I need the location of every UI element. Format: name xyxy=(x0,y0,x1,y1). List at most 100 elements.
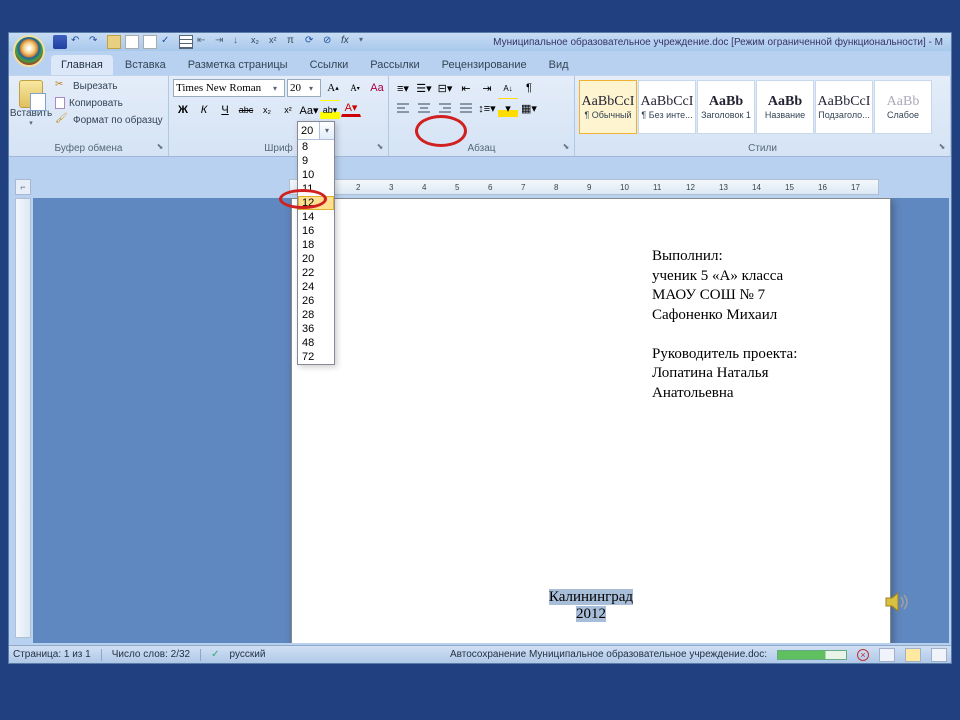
open-icon[interactable] xyxy=(107,35,121,49)
tab-view[interactable]: Вид xyxy=(539,55,579,75)
status-lang[interactable]: русский xyxy=(230,649,266,660)
size-option[interactable]: 22 xyxy=(298,266,334,280)
superscript-button[interactable]: x² xyxy=(278,100,298,120)
subscript-button[interactable]: x₂ xyxy=(257,100,277,120)
clipboard-group-title: Буфер обмена xyxy=(13,141,164,156)
line-spacing-button[interactable]: ↕≡▾ xyxy=(477,98,497,118)
undo-icon[interactable]: ↶ xyxy=(71,35,85,49)
size-option[interactable]: 8 xyxy=(298,140,334,154)
strike-button[interactable]: abc xyxy=(236,100,256,120)
grow-font-button[interactable]: A▴ xyxy=(323,78,343,98)
size-option[interactable]: 12 xyxy=(298,196,334,210)
indent-icon[interactable]: ⇤ xyxy=(197,35,211,49)
vertical-ruler[interactable] xyxy=(15,198,31,638)
font-size-combo[interactable]: 20 ▾ xyxy=(287,79,321,97)
style-item[interactable]: AaBbСлабое xyxy=(874,80,932,134)
size-option[interactable]: 28 xyxy=(298,308,334,322)
redo-icon[interactable]: ↷ xyxy=(89,35,103,49)
outdent-icon[interactable]: ⇥ xyxy=(215,35,229,49)
qat-dropdown-icon[interactable]: ▾ xyxy=(359,35,373,49)
status-words[interactable]: Число слов: 2/32 xyxy=(112,649,190,660)
subscript-icon[interactable]: x₂ xyxy=(251,35,265,49)
font-color-button[interactable]: A▾ xyxy=(341,100,361,117)
tab-home[interactable]: Главная xyxy=(51,55,113,75)
print-preview-icon[interactable] xyxy=(143,35,157,49)
tab-review[interactable]: Рецензирование xyxy=(432,55,537,75)
size-option[interactable]: 26 xyxy=(298,294,334,308)
cut-button[interactable]: ✂ Вырезать xyxy=(53,78,165,94)
refresh-icon[interactable]: ⟳ xyxy=(305,35,319,49)
font-size-dropdown[interactable]: 20 ▾ 891011121416182022242628364872 xyxy=(297,121,335,365)
save-icon[interactable] xyxy=(53,35,67,49)
sort-button[interactable]: A↓ xyxy=(498,78,518,98)
size-option[interactable]: 48 xyxy=(298,336,334,350)
shrink-font-button[interactable]: A▾ xyxy=(345,78,365,98)
styles-gallery[interactable]: AaBbCcI¶ ОбычныйAaBbCcI¶ Без инте...AaBb… xyxy=(579,78,932,136)
clear-format-button[interactable]: Aa xyxy=(367,78,387,98)
align-left-button[interactable] xyxy=(393,98,413,118)
show-marks-button[interactable]: ¶ xyxy=(519,78,539,98)
underline-button[interactable]: Ч xyxy=(215,100,235,120)
shading-button[interactable]: ▾ xyxy=(498,98,518,118)
office-button[interactable] xyxy=(13,35,45,67)
format-painter-button[interactable]: 🖌 Формат по образцу xyxy=(53,112,165,128)
borders-button[interactable]: ▦▾ xyxy=(519,98,539,118)
spellcheck-icon[interactable]: ✓ xyxy=(161,35,175,49)
view-web-button[interactable] xyxy=(931,648,947,662)
size-option[interactable]: 72 xyxy=(298,350,334,364)
tab-selector[interactable]: ⌐ xyxy=(15,179,31,195)
size-option[interactable]: 11 xyxy=(298,182,334,196)
style-item[interactable]: AaBbЗаголовок 1 xyxy=(697,80,755,134)
table-icon[interactable] xyxy=(179,35,193,49)
close-autosave-icon[interactable]: × xyxy=(857,649,869,661)
size-option[interactable]: 18 xyxy=(298,238,334,252)
bullets-button[interactable]: ≡▾ xyxy=(393,78,413,98)
paste-button[interactable]: Вставить ▾ xyxy=(13,78,49,129)
speaker-icon xyxy=(884,590,912,614)
multilevel-button[interactable]: ⊟▾ xyxy=(435,78,455,98)
style-item[interactable]: AaBbCcIПодзаголо... xyxy=(815,80,873,134)
bold-button[interactable]: Ж xyxy=(173,100,193,120)
size-option[interactable]: 14 xyxy=(298,210,334,224)
numbering-button[interactable]: ☰▾ xyxy=(414,78,434,98)
size-option[interactable]: 36 xyxy=(298,322,334,336)
justify-button[interactable] xyxy=(456,98,476,118)
status-page[interactable]: Страница: 1 из 1 xyxy=(13,649,91,660)
view-read-button[interactable] xyxy=(905,648,921,662)
horizontal-ruler[interactable]: 1234567891011121314151617 xyxy=(289,179,879,195)
pi-icon[interactable]: π xyxy=(287,35,301,49)
style-item[interactable]: AaBbCcI¶ Без инте... xyxy=(638,80,696,134)
tab-layout[interactable]: Разметка страницы xyxy=(178,55,298,75)
tab-mail[interactable]: Рассылки xyxy=(360,55,429,75)
style-item[interactable]: AaBbCcI¶ Обычный xyxy=(579,80,637,134)
clipboard-launcher[interactable]: ⬊ xyxy=(154,142,166,154)
superscript-icon[interactable]: x² xyxy=(269,35,283,49)
align-center-button[interactable] xyxy=(414,98,434,118)
style-item[interactable]: AaBbНазвание xyxy=(756,80,814,134)
para-launcher[interactable]: ⬊ xyxy=(560,142,572,154)
highlight-button[interactable]: ab▾ xyxy=(320,100,340,120)
dec-indent-button[interactable]: ⇤ xyxy=(456,78,476,98)
tab-refs[interactable]: Ссылки xyxy=(300,55,359,75)
doc-center-block: Калининград2012 xyxy=(292,589,890,623)
size-option[interactable]: 20 xyxy=(298,252,334,266)
styles-launcher[interactable]: ⬊ xyxy=(936,142,948,154)
tab-insert[interactable]: Вставка xyxy=(115,55,176,75)
insert-icon[interactable]: ↓ xyxy=(233,35,247,49)
formula-icon[interactable]: fx xyxy=(341,35,355,49)
italic-button[interactable]: К xyxy=(194,100,214,120)
size-option[interactable]: 9 xyxy=(298,154,334,168)
new-icon[interactable] xyxy=(125,35,139,49)
copy-button[interactable]: Копировать xyxy=(53,96,165,110)
size-option[interactable]: 16 xyxy=(298,224,334,238)
view-print-button[interactable] xyxy=(879,648,895,662)
size-option[interactable]: 10 xyxy=(298,168,334,182)
align-right-button[interactable] xyxy=(435,98,455,118)
inc-indent-button[interactable]: ⇥ xyxy=(477,78,497,98)
cancel-icon[interactable]: ⊘ xyxy=(323,35,337,49)
change-case-button[interactable]: Aa▾ xyxy=(299,100,319,120)
size-option[interactable]: 24 xyxy=(298,280,334,294)
font-name-combo[interactable]: Times New Roman ▾ xyxy=(173,79,285,97)
document-page[interactable]: Выполнил:ученик 5 «А» классаМАОУ СОШ № 7… xyxy=(291,198,891,643)
font-launcher[interactable]: ⬊ xyxy=(374,142,386,154)
